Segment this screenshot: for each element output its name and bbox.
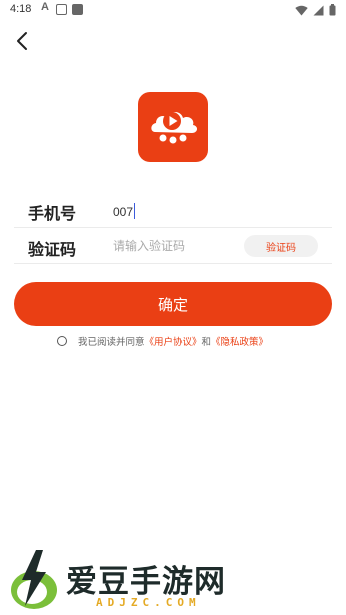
phone-input-value: 007 (113, 205, 134, 219)
phone-input[interactable]: 007 (113, 203, 136, 219)
app-logo (138, 92, 208, 162)
agreement-row: 我已阅读并同意 《用户协议》 和 《隐私政策》 (57, 334, 268, 348)
cellular-signal-icon (313, 5, 324, 15)
code-label: 验证码 (28, 240, 77, 259)
video-play-cloud-icon (151, 112, 198, 144)
agreement-prefix: 我已阅读并同意 (78, 337, 145, 348)
text-cursor (134, 203, 136, 219)
privacy-policy-link[interactable]: 《隐私政策》 (211, 334, 268, 348)
battery-icon (329, 4, 336, 16)
phone-row: 手机号 007 (14, 192, 332, 228)
lightning-leaf-logo-icon (11, 550, 57, 609)
phone-label: 手机号 (28, 204, 77, 223)
image-notification-icon (56, 4, 67, 15)
confirm-button[interactable]: 确定 (14, 282, 332, 326)
notification-icons (40, 1, 83, 15)
watermark-text: 爱豆手游网 (66, 564, 226, 600)
status-bar: 4:18 (0, 0, 346, 22)
agreement-conjunction: 和 (201, 337, 212, 348)
wifi-icon (295, 5, 308, 15)
site-watermark: 爱豆手游网 ADJZC.COM (8, 548, 328, 612)
login-form: 手机号 007 验证码 验证码 (14, 192, 332, 264)
code-row: 验证码 验证码 (14, 228, 332, 264)
font-notification-icon (40, 1, 51, 15)
verification-code-input[interactable] (113, 239, 233, 253)
agree-checkbox[interactable] (57, 336, 67, 346)
user-agreement-link[interactable]: 《用户协议》 (145, 334, 202, 348)
back-arrow-icon[interactable] (10, 28, 36, 54)
status-time: 4:18 (10, 3, 32, 15)
watermark-domain: ADJZC.COM (96, 596, 201, 609)
app-notification-icon (72, 4, 83, 15)
system-icons (295, 4, 336, 16)
get-code-button[interactable]: 验证码 (244, 235, 318, 257)
